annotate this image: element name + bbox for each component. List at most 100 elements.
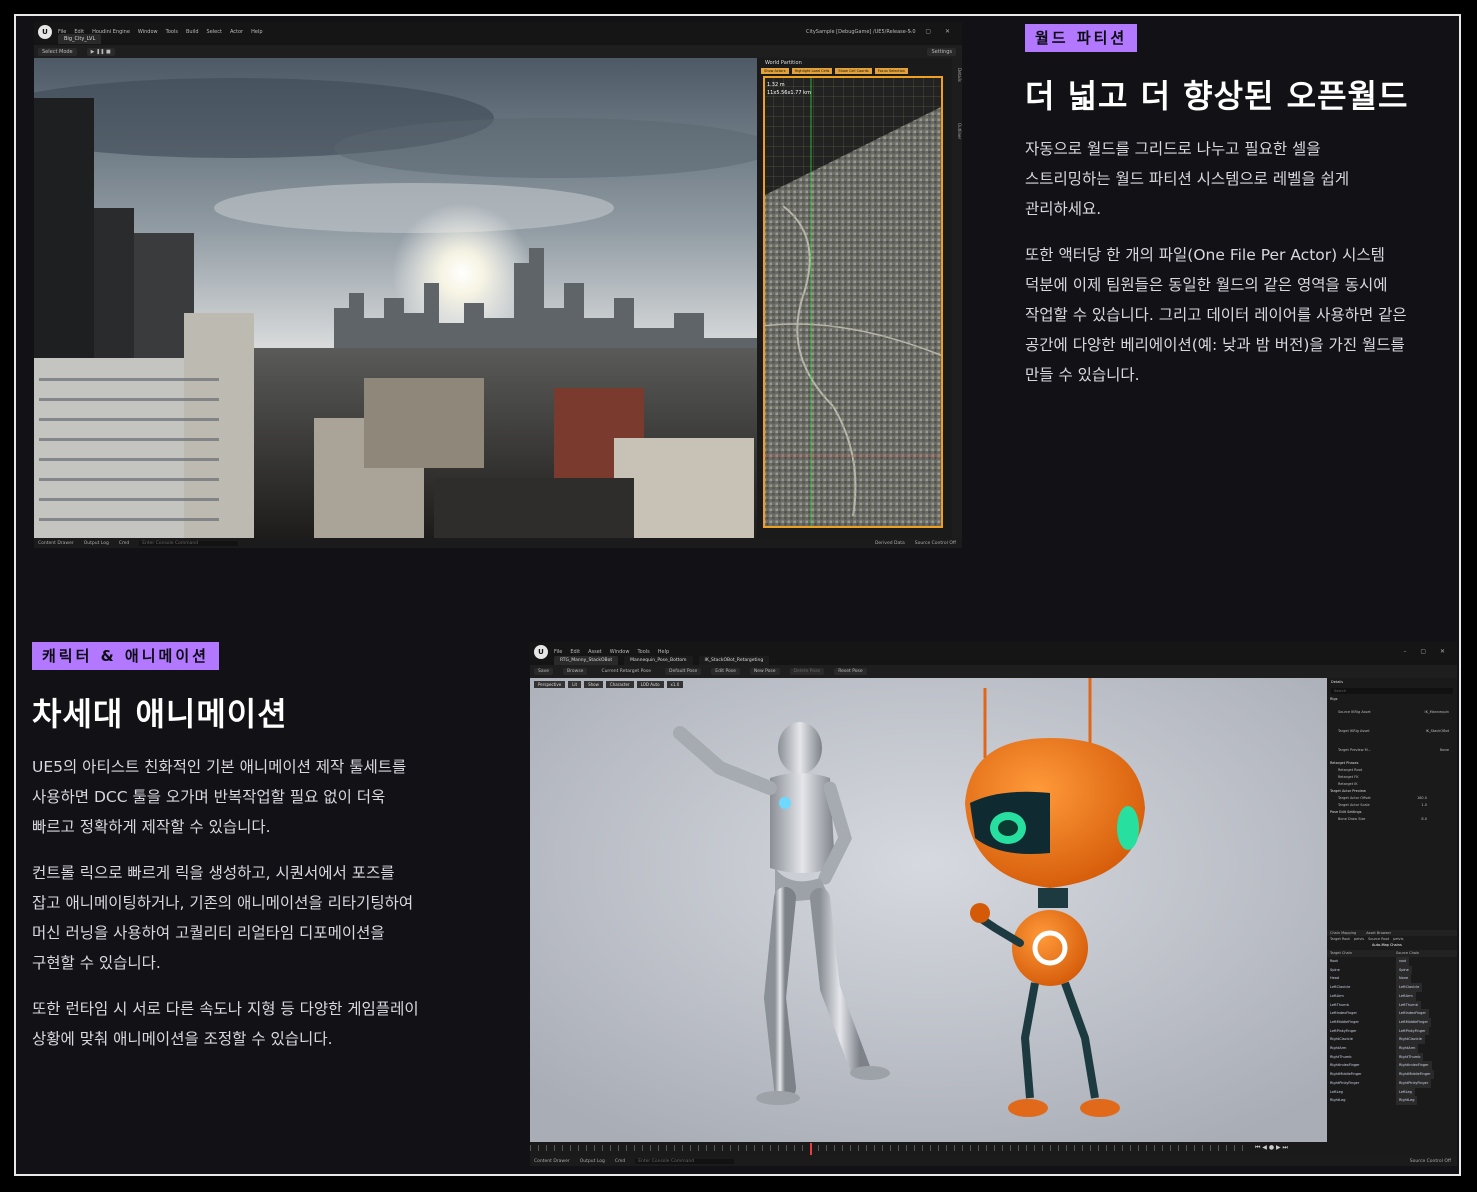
chain-row[interactable]: RightLeg RightLeg xyxy=(1330,1096,1457,1105)
detail-row-value[interactable]: 180.0 xyxy=(1417,795,1427,802)
default-pose-dropdown[interactable]: Default Pose xyxy=(665,668,702,675)
show-cell-coords-button[interactable]: Show Cell Coords xyxy=(835,68,872,74)
lit-button[interactable]: Lit xyxy=(568,681,582,688)
timeline-bar[interactable]: ⏮ ◀ ● ▶ ⏭ xyxy=(530,1142,1327,1156)
chain-row[interactable]: Root root xyxy=(1330,957,1457,966)
menu-edit[interactable]: Edit xyxy=(570,649,580,655)
source-chain-dropdown[interactable]: LeftMiddleFinger xyxy=(1396,1017,1431,1027)
menu-tools[interactable]: Tools xyxy=(166,29,178,35)
perspective-button[interactable]: Perspective xyxy=(534,681,566,688)
source-chain-dropdown[interactable]: LeftIndexFinger xyxy=(1396,1009,1429,1018)
source-chain-dropdown[interactable]: RightArm xyxy=(1396,1044,1419,1053)
source-chain-dropdown[interactable]: RightLeg xyxy=(1396,1096,1418,1105)
detail-row-value[interactable]: IK_Mannequin xyxy=(1425,709,1449,716)
focus-selection-button[interactable]: Focus Selection xyxy=(874,68,909,74)
highlight-cells-button[interactable]: Highlight Load Cells xyxy=(791,68,833,74)
source-chain-dropdown[interactable]: RightMiddleFinger xyxy=(1396,1070,1434,1079)
rigs-section[interactable]: Rigs xyxy=(1330,696,1457,703)
cmd-dropdown[interactable]: Cmd xyxy=(615,1159,625,1164)
source-chain-dropdown[interactable]: RightPinkyFinger xyxy=(1396,1078,1432,1088)
menu-asset[interactable]: Asset xyxy=(588,649,602,655)
console-input[interactable]: Enter Console Command xyxy=(139,540,239,546)
menu-select[interactable]: Select xyxy=(207,29,222,35)
chain-row[interactable]: LeftMiddleFinger LeftMiddleFinger xyxy=(1330,1017,1457,1027)
menu-window[interactable]: Window xyxy=(138,29,158,35)
chain-row[interactable]: Spine Spine xyxy=(1330,965,1457,975)
menu-tools[interactable]: Tools xyxy=(637,649,649,655)
tab-retargeter[interactable]: RTG_Manny_StackOBot xyxy=(554,656,619,665)
chain-row[interactable]: LeftLeg LeftLeg xyxy=(1330,1087,1457,1097)
source-chain-dropdown[interactable]: None xyxy=(1396,974,1412,984)
playback-controls[interactable]: ⏮ ◀ ● ▶ ⏭ xyxy=(1255,1144,1288,1152)
chain-row[interactable]: RightPinkyFinger RightPinkyFinger xyxy=(1330,1078,1457,1088)
source-chain-dropdown[interactable]: root xyxy=(1396,957,1410,966)
window-controls[interactable]: – ▢ ✕ xyxy=(1403,648,1451,655)
tab-ik-rig[interactable]: IK_StackOBot_Retargeting xyxy=(698,656,770,665)
source-chain-dropdown[interactable]: LeftClavicle xyxy=(1396,983,1423,992)
menu-actor[interactable]: Actor xyxy=(230,29,243,35)
menu-file[interactable]: File xyxy=(554,649,562,655)
source-control-button[interactable]: Source Control Off xyxy=(1410,1159,1451,1164)
new-pose-button[interactable]: New Pose xyxy=(749,668,780,675)
character-button[interactable]: Character xyxy=(605,681,634,688)
chain-row[interactable]: RightThumb RightThumb xyxy=(1330,1052,1457,1062)
content-drawer-button[interactable]: Content Drawer xyxy=(534,1159,570,1164)
output-log-button[interactable]: Output Log xyxy=(580,1159,605,1164)
detail-row-value[interactable]: IK_StackOBot xyxy=(1426,728,1449,735)
menu-window[interactable]: Window xyxy=(610,649,630,655)
play-button[interactable]: ▶ ❚❚ ■ xyxy=(86,47,115,56)
select-mode-button[interactable]: Select Mode xyxy=(38,47,77,56)
output-log-button[interactable]: Output Log xyxy=(84,541,109,546)
source-chain-dropdown[interactable]: Spine xyxy=(1396,965,1412,975)
menu-help[interactable]: Help xyxy=(658,649,669,655)
save-button[interactable]: Save xyxy=(534,668,554,675)
retarget-phases-section[interactable]: Retarget Phases xyxy=(1330,760,1457,767)
target-actor-preview-section[interactable]: Target Actor Preview xyxy=(1330,788,1457,795)
cmd-dropdown[interactable]: Cmd xyxy=(119,541,129,546)
pose-edit-settings-section[interactable]: Pose Edit Settings xyxy=(1330,809,1457,816)
content-drawer-button[interactable]: Content Drawer xyxy=(38,541,74,546)
chain-row[interactable]: LeftPinkyFinger LeftPinkyFinger xyxy=(1330,1026,1457,1036)
source-chain-dropdown[interactable]: RightIndexFinger xyxy=(1396,1061,1432,1071)
chain-row[interactable]: LeftThumb LeftThumb xyxy=(1330,1000,1457,1010)
details-side-tab[interactable]: Details xyxy=(957,68,962,82)
source-chain-dropdown[interactable]: LeftArm xyxy=(1396,991,1416,1001)
source-chain-dropdown[interactable]: RightThumb xyxy=(1396,1052,1424,1062)
chain-row[interactable]: RightArm RightArm xyxy=(1330,1044,1457,1053)
detail-row-value[interactable]: 1.0 xyxy=(1421,802,1427,809)
derived-data-button[interactable]: Derived Data xyxy=(875,541,905,546)
show-actors-button[interactable]: Show Actors xyxy=(761,68,789,74)
retarget-viewport[interactable]: Perspective Lit Show Character LOD Auto … xyxy=(530,678,1327,1142)
reset-pose-button[interactable]: Reset Pose xyxy=(834,668,867,675)
edit-pose-button[interactable]: Edit Pose xyxy=(711,668,740,675)
show-button[interactable]: Show xyxy=(584,681,603,688)
chain-row[interactable]: RightMiddleFinger RightMiddleFinger xyxy=(1330,1070,1457,1079)
settings-button[interactable]: Settings xyxy=(927,47,956,56)
delete-pose-button[interactable]: Delete Pose xyxy=(789,668,825,675)
speed-button[interactable]: x1.0 xyxy=(666,681,684,688)
chain-row[interactable]: LeftArm LeftArm xyxy=(1330,991,1457,1001)
details-search[interactable]: Search xyxy=(1334,689,1346,693)
chain-row[interactable]: RightIndexFinger RightIndexFinger xyxy=(1330,1061,1457,1071)
detail-row-value[interactable]: None xyxy=(1440,747,1449,754)
chain-row[interactable]: LeftIndexFinger LeftIndexFinger xyxy=(1330,1009,1457,1018)
city-viewport[interactable] xyxy=(34,58,757,538)
world-partition-map[interactable]: 1.32 m 11x5.56x1.77 km xyxy=(763,76,943,528)
lod-button[interactable]: LOD Auto xyxy=(636,681,664,688)
browse-button[interactable]: Browse xyxy=(563,668,588,675)
menu-build[interactable]: Build xyxy=(186,29,199,35)
tab-pose[interactable]: Mannequin_Pose_Bottom xyxy=(624,656,693,665)
source-control-button[interactable]: Source Control Off xyxy=(915,541,956,546)
chain-row[interactable]: Head None xyxy=(1330,974,1457,984)
console-input[interactable]: Enter Console Command xyxy=(635,1158,735,1164)
timeline-playhead[interactable] xyxy=(810,1143,812,1155)
auto-map-chains-button[interactable]: Auto-Map Chains xyxy=(1372,943,1402,947)
window-controls[interactable]: – ▢ ✕ xyxy=(908,28,956,35)
chain-row[interactable]: RightClavicle RightClavicle xyxy=(1330,1035,1457,1045)
detail-row-value[interactable]: 8.0 xyxy=(1421,816,1427,823)
source-chain-dropdown[interactable]: LeftPinkyFinger xyxy=(1396,1026,1429,1036)
source-chain-dropdown[interactable]: LeftLeg xyxy=(1396,1087,1415,1097)
menu-help[interactable]: Help xyxy=(251,29,262,35)
chain-row[interactable]: LeftClavicle LeftClavicle xyxy=(1330,983,1457,992)
level-tab[interactable]: Big_City_LVL xyxy=(58,34,102,44)
